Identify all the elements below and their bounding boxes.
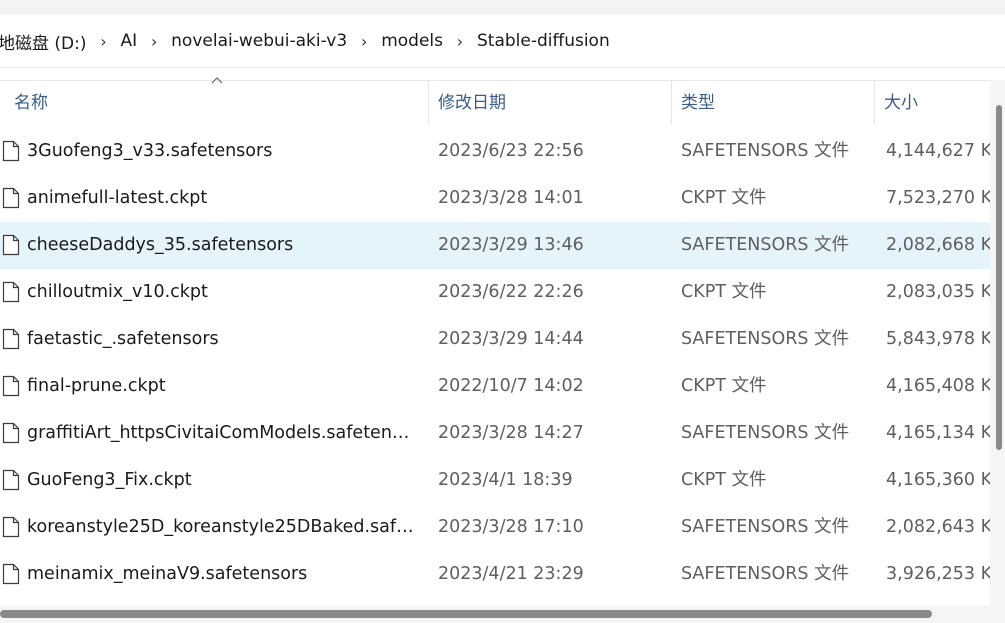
file-row[interactable]: animefull-latest.ckpt 2023/3/28 14:01 CKPT…	[0, 175, 990, 222]
file-icon	[2, 281, 20, 303]
file-name-cell[interactable]: cheeseDaddys_35.safetensors	[0, 222, 420, 269]
file-name: cheeseDaddys_35.safetensors	[27, 235, 294, 255]
column-header-type-label: 类型	[681, 93, 715, 113]
column-header-name-label: 名称	[14, 93, 48, 113]
file-size: 4,165,408 KB	[886, 376, 990, 396]
file-date: 2023/3/28 17:10	[438, 517, 584, 537]
file-name-cell[interactable]: GuoFeng3_Fix.ckpt	[0, 457, 420, 504]
file-icon	[2, 328, 20, 350]
file-name-cell[interactable]: animefull-latest.ckpt	[0, 175, 420, 222]
breadcrumb-stable-diffusion[interactable]: Stable-diffusion	[475, 31, 612, 51]
file-type: SAFETENSORS 文件	[681, 423, 850, 443]
file-row[interactable]: 3Guofeng3_v33.safetensors 2023/6/23 22:56…	[0, 128, 990, 175]
column-header-type[interactable]: 类型	[667, 81, 875, 125]
file-size: 4,165,134 KB	[886, 423, 990, 443]
file-icon	[2, 422, 20, 444]
horizontal-scrollbar[interactable]	[0, 605, 1005, 623]
breadcrumb-models[interactable]: models	[379, 31, 445, 51]
vertical-scroll-thumb[interactable]	[996, 105, 1002, 450]
file-row[interactable]: chilloutmix_v10.ckpt 2023/6/22 22:26 CKPT …	[0, 269, 990, 316]
chevron-right-icon[interactable]: ›	[445, 32, 475, 51]
file-type: CKPT 文件	[681, 470, 767, 490]
file-name-cell[interactable]: chilloutmix_v10.ckpt	[0, 269, 420, 316]
file-date: 2023/4/1 18:39	[438, 470, 573, 490]
file-date: 2023/3/29 13:46	[438, 235, 584, 255]
file-date: 2023/4/21 23:29	[438, 564, 584, 584]
file-row[interactable]: cheeseDaddys_35.safetensors 2023/3/29 13:…	[0, 222, 990, 269]
file-name: chilloutmix_v10.ckpt	[27, 282, 208, 302]
file-row[interactable]: faetastic_.safetensors 2023/3/29 14:44 SAF…	[0, 316, 990, 363]
file-name: final-prune.ckpt	[27, 376, 166, 396]
file-type: SAFETENSORS 文件	[681, 141, 850, 161]
file-type: SAFETENSORS 文件	[681, 235, 850, 255]
breadcrumb-webui[interactable]: novelai-webui-aki-v3	[169, 31, 349, 51]
file-size: 7,523,270 KB	[886, 188, 990, 208]
file-size: 4,165,360 KB	[886, 470, 990, 490]
file-row[interactable]: GuoFeng3_Fix.ckpt 2023/4/1 18:39 CKPT 文件 4,…	[0, 457, 990, 504]
file-type: SAFETENSORS 文件	[681, 564, 850, 584]
file-icon	[2, 516, 20, 538]
file-type: CKPT 文件	[681, 282, 767, 302]
file-name-cell[interactable]: graffitiArt_httpsCivitaiComModels.safete…	[0, 410, 420, 457]
file-name: animefull-latest.ckpt	[27, 188, 208, 208]
file-name: meinamix_meinaV9.safetensors	[27, 564, 308, 584]
toolbar-strip	[0, 0, 1005, 16]
file-icon	[2, 140, 20, 162]
file-size: 4,144,627 KB	[886, 141, 990, 161]
column-header-row: 名称 修改日期 类型 大小	[0, 77, 1005, 125]
file-name-cell[interactable]: final-prune.ckpt	[0, 363, 420, 410]
file-name-cell[interactable]: faetastic_.safetensors	[0, 316, 420, 363]
file-size: 5,843,978 KB	[886, 329, 990, 349]
chevron-right-icon[interactable]: ›	[349, 32, 379, 51]
file-size: 2,083,035 KB	[886, 282, 990, 302]
breadcrumb-ai[interactable]: AI	[119, 31, 140, 51]
file-size: 3,926,253 KB	[886, 564, 990, 584]
file-type: CKPT 文件	[681, 188, 767, 208]
file-name-cell[interactable]: koreanstyle25D_koreanstyle25DBaked.safet…	[0, 504, 420, 551]
vertical-scrollbar[interactable]	[990, 80, 1005, 605]
file-row[interactable]: meinamix_meinaV9.safetensors 2023/4/21 23…	[0, 551, 990, 598]
file-row[interactable]: koreanstyle25D_koreanstyle25DBaked.safet…	[0, 504, 990, 551]
file-date: 2023/3/28 14:27	[438, 423, 584, 443]
file-type: SAFETENSORS 文件	[681, 329, 850, 349]
file-size: 2,082,643 KB	[886, 517, 990, 537]
file-name: 3Guofeng3_v33.safetensors	[27, 141, 273, 161]
file-icon	[2, 375, 20, 397]
file-row[interactable]: graffitiArt_httpsCivitaiComModels.safete…	[0, 410, 990, 457]
file-icon	[2, 469, 20, 491]
file-name-cell[interactable]: meinamix_meinaV9.safetensors	[0, 551, 420, 598]
file-date: 2023/3/29 14:44	[438, 329, 584, 349]
file-date: 2023/3/28 14:01	[438, 188, 584, 208]
file-date: 2022/10/7 14:02	[438, 376, 584, 396]
file-icon	[2, 234, 20, 256]
file-type: SAFETENSORS 文件	[681, 517, 850, 537]
file-explorer-window: 地磁盘 (D:) › AI › novelai-webui-aki-v3 › m…	[0, 0, 1005, 623]
chevron-right-icon[interactable]: ›	[89, 32, 119, 51]
file-name: GuoFeng3_Fix.ckpt	[27, 470, 192, 490]
file-icon	[2, 563, 20, 585]
file-type: CKPT 文件	[681, 376, 767, 396]
chevron-right-icon[interactable]: ›	[139, 32, 169, 51]
breadcrumb[interactable]: 地磁盘 (D:) › AI › novelai-webui-aki-v3 › m…	[0, 15, 1005, 68]
file-name: graffitiArt_httpsCivitaiComModels.safete…	[27, 423, 417, 443]
column-header-size[interactable]: 大小	[870, 81, 1005, 125]
horizontal-scroll-thumb[interactable]	[0, 610, 932, 618]
file-name: faetastic_.safetensors	[27, 329, 219, 349]
file-date: 2023/6/23 22:56	[438, 141, 584, 161]
file-name: koreanstyle25D_koreanstyle25DBaked.safet…	[27, 517, 417, 537]
column-header-date[interactable]: 修改日期	[424, 81, 672, 125]
column-header-date-label: 修改日期	[438, 93, 506, 113]
file-date: 2023/6/22 22:26	[438, 282, 584, 302]
file-list: 3Guofeng3_v33.safetensors 2023/6/23 22:56…	[0, 128, 990, 598]
breadcrumb-drive[interactable]: 地磁盘 (D:)	[0, 29, 89, 54]
file-name-cell[interactable]: 3Guofeng3_v33.safetensors	[0, 128, 420, 175]
file-size: 2,082,668 KB	[886, 235, 990, 255]
file-icon	[2, 187, 20, 209]
file-row[interactable]: final-prune.ckpt 2022/10/7 14:02 CKPT 文件 4,…	[0, 363, 990, 410]
column-header-name[interactable]: 名称	[0, 81, 429, 125]
column-header-size-label: 大小	[884, 93, 918, 113]
